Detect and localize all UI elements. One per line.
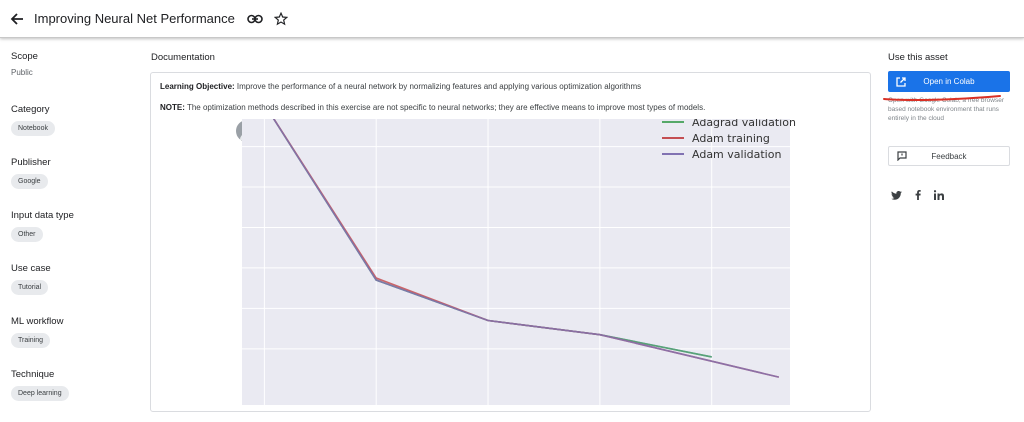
page-title: Improving Neural Net Performance (34, 11, 235, 26)
facet-chip[interactable]: Tutorial (11, 280, 49, 295)
legend-entry: Adagrad validation (692, 119, 796, 129)
facet-label: Use case (11, 263, 51, 274)
facet-value: Public (11, 68, 33, 77)
note-label: NOTE: (160, 103, 185, 112)
social-share (891, 190, 957, 200)
facet-use-case: Use case Tutorial (11, 263, 131, 316)
arrow-back-icon[interactable] (8, 10, 26, 28)
note-text: The optimization methods described in th… (184, 103, 706, 112)
star-outline-icon[interactable] (273, 11, 289, 27)
legend-entry: Adam training (692, 132, 770, 145)
facebook-icon[interactable] (915, 190, 921, 200)
objective-text: Improve the performance of a neural netw… (234, 82, 642, 91)
facet-label: Category (11, 104, 50, 115)
top-bar: Improving Neural Net Performance (0, 0, 1024, 38)
facet-category: Category Notebook (11, 104, 131, 157)
facet-technique: Technique Deep learning (11, 369, 131, 422)
facet-label: ML workflow (11, 316, 64, 327)
learning-objective: Learning Objective: Improve the performa… (160, 82, 641, 91)
facet-chip[interactable]: Other (11, 227, 43, 242)
facet-ml-workflow: ML workflow Training (11, 316, 131, 369)
open-in-colab-label: Open in Colab (923, 77, 975, 86)
feedback-button[interactable]: Feedback (888, 146, 1010, 166)
facet-value: Notebook (11, 121, 131, 136)
facet-chip[interactable]: Google (11, 174, 48, 189)
facet-chip[interactable]: Notebook (11, 121, 55, 136)
feedback-icon (897, 150, 909, 162)
linkedin-icon[interactable] (934, 190, 944, 200)
facet-list: Scope Public Category Notebook Publisher Goog… (11, 51, 131, 422)
facet-chip[interactable]: Training (11, 333, 51, 348)
facet-scope: Scope Public (11, 51, 131, 104)
open-in-colab-button[interactable]: Open in Colab (888, 71, 1010, 92)
note: NOTE: The optimization methods described… (160, 103, 705, 112)
plot-area (242, 119, 790, 405)
legend-entry: Adam validation (692, 148, 781, 161)
red-annotation-stroke (883, 95, 1001, 101)
facet-value: Deep learning (11, 386, 131, 401)
feedback-label: Feedback (931, 151, 967, 161)
facet-value: Other (11, 227, 131, 242)
facet-label: Input data type (11, 210, 74, 221)
use-asset-heading: Use this asset (888, 52, 948, 63)
open-external-icon (896, 76, 908, 88)
facet-label: Publisher (11, 157, 51, 168)
link-icon[interactable] (247, 11, 263, 27)
facet-value: Training (11, 333, 131, 348)
facet-input-data-type: Input data type Other (11, 210, 131, 263)
documentation-panel: Learning Objective: Improve the performa… (150, 72, 871, 412)
facet-chip[interactable]: Deep learning (11, 386, 69, 401)
facet-label: Scope (11, 51, 38, 62)
rmse-chart: 100120140160180200220Root Mean Squared E… (242, 119, 796, 405)
objective-label: Learning Objective: (160, 82, 235, 91)
facet-label: Technique (11, 369, 55, 380)
facet-value: Google (11, 174, 131, 189)
twitter-icon[interactable] (891, 190, 902, 200)
documentation-heading: Documentation (151, 52, 215, 63)
facet-publisher: Publisher Google (11, 157, 131, 210)
facet-value: Tutorial (11, 280, 131, 295)
